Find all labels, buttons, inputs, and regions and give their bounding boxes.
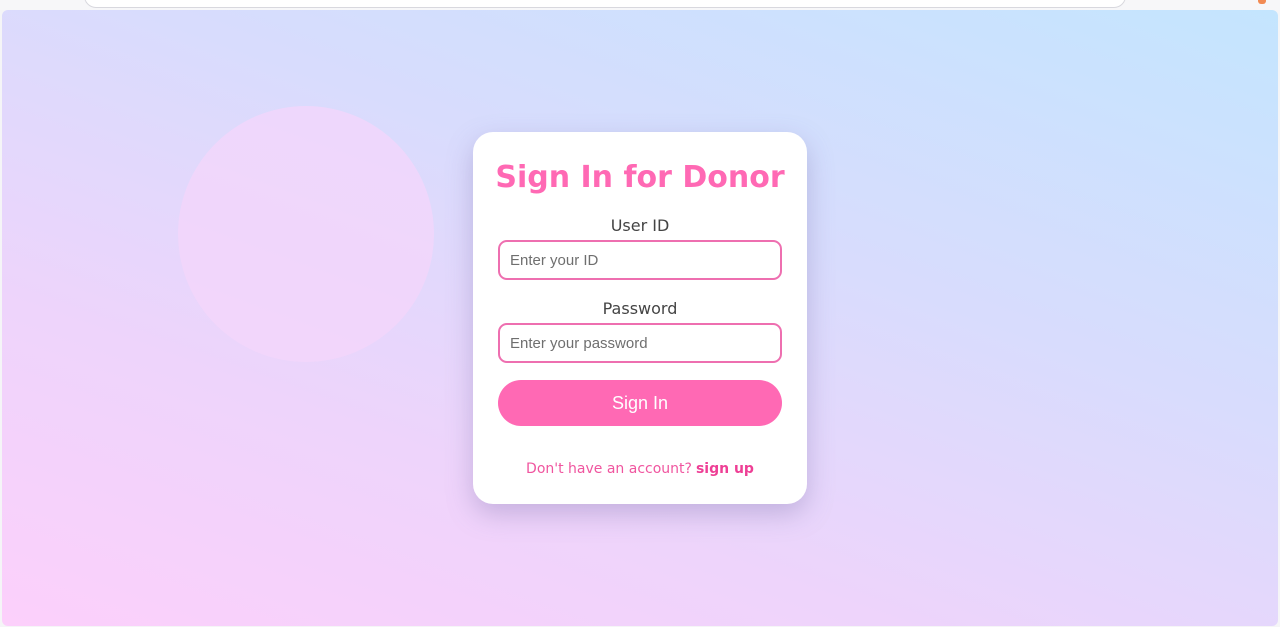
signup-prompt-text: Don't have an account? xyxy=(526,461,692,477)
sign-up-link[interactable]: sign up xyxy=(696,461,754,477)
page-title: Sign In for Donor xyxy=(495,160,785,195)
page-background: Sign In for Donor User ID Password Sign … xyxy=(2,10,1278,626)
password-input[interactable] xyxy=(498,323,782,363)
decorative-circle xyxy=(178,106,434,362)
user-id-input[interactable] xyxy=(498,240,782,280)
address-bar[interactable] xyxy=(84,0,1126,8)
extension-icon[interactable] xyxy=(1258,0,1266,4)
browser-top-strip xyxy=(0,0,1280,10)
sign-in-button[interactable]: Sign In xyxy=(498,380,782,426)
signin-card: Sign In for Donor User ID Password Sign … xyxy=(473,132,807,504)
user-id-label: User ID xyxy=(610,216,670,235)
password-label: Password xyxy=(602,299,678,318)
signup-prompt: Don't have an account? sign up xyxy=(473,461,807,477)
